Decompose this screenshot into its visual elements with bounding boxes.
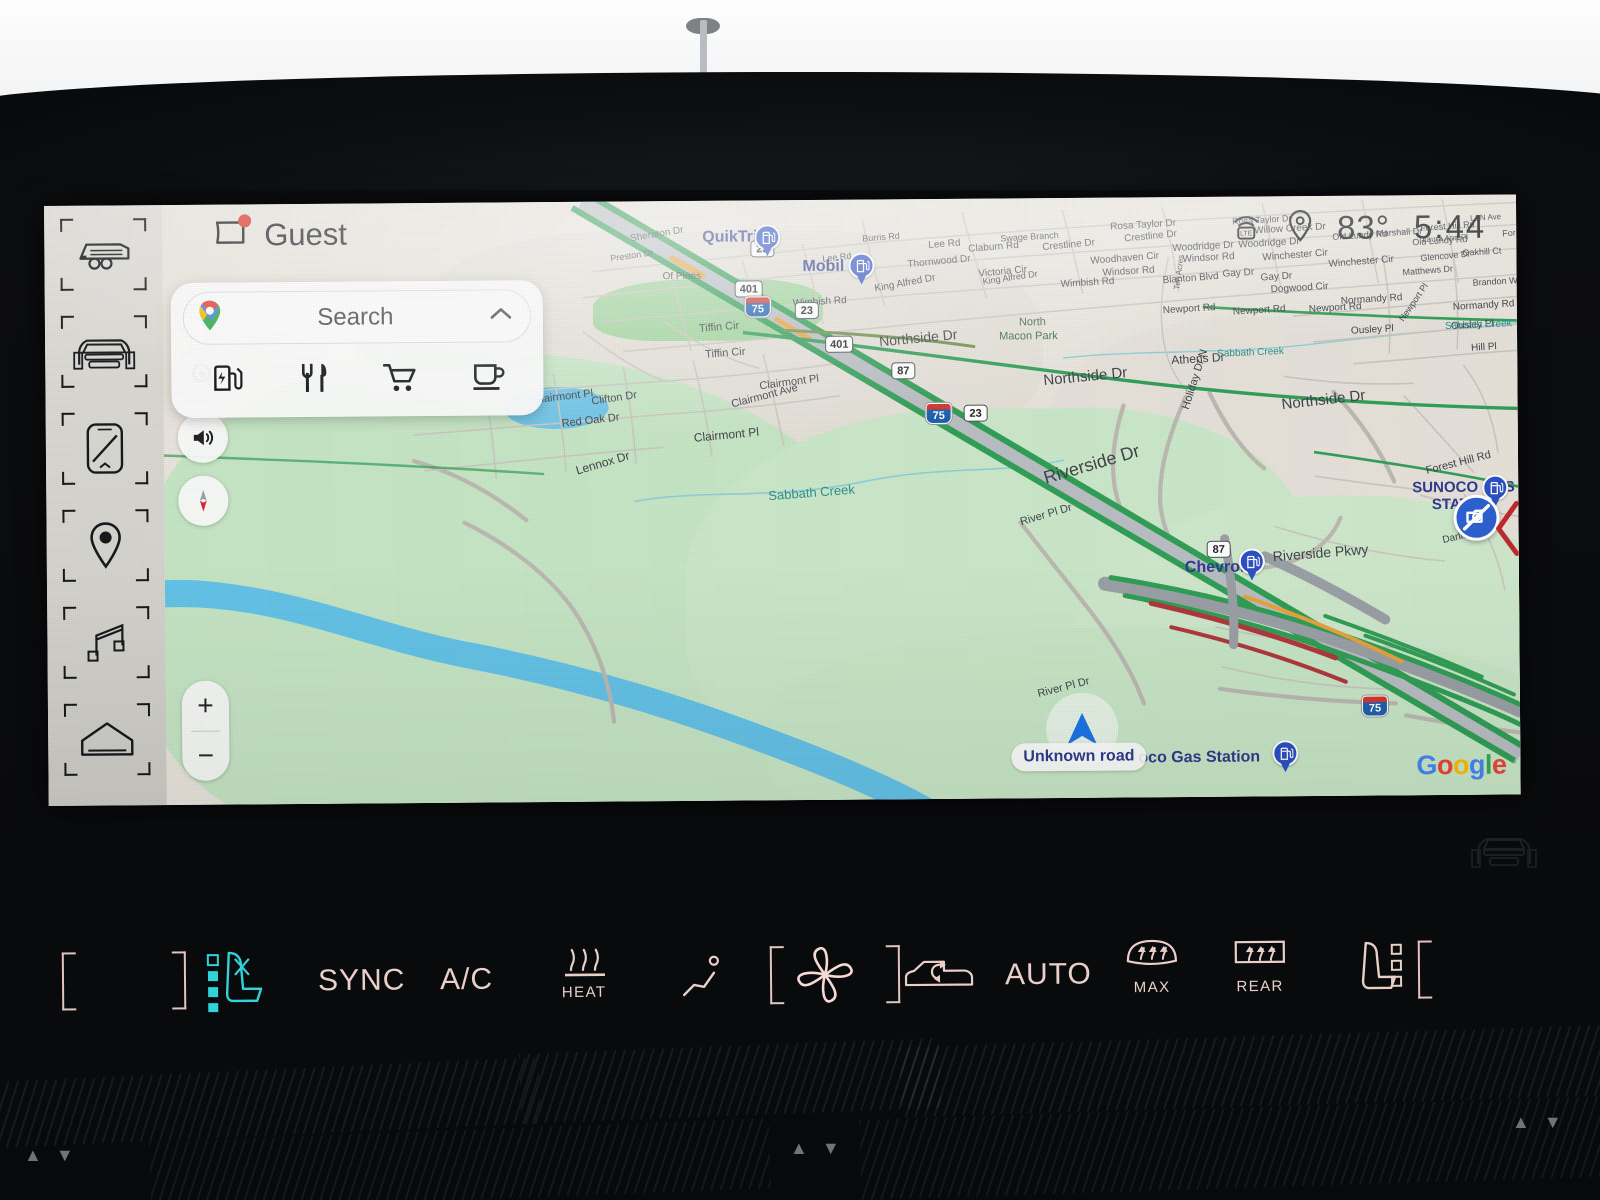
- rail-item-trailering[interactable]: [44, 205, 163, 303]
- fan-speed-button[interactable]: [795, 946, 856, 1005]
- app-rail[interactable]: [44, 205, 167, 806]
- zoom-out-button[interactable]: −: [182, 731, 229, 781]
- airflow-feet-icon: [682, 955, 719, 997]
- zoom-in-button[interactable]: +: [182, 681, 229, 731]
- route-shield: 23: [963, 404, 988, 422]
- vehicle-front-icon: [73, 338, 136, 370]
- no-speed-camera-icon[interactable]: [1453, 494, 1500, 541]
- ac-button[interactable]: A/C: [440, 963, 493, 997]
- sync-button[interactable]: SYNC: [318, 963, 406, 998]
- rear-label: REAR: [1236, 977, 1284, 996]
- rail-item-phone-projection[interactable]: [46, 399, 165, 497]
- vent-control-right[interactable]: ▲ ▼: [1512, 1112, 1562, 1133]
- ev-charging-icon[interactable]: [210, 361, 244, 400]
- route-shield: 75: [744, 296, 771, 318]
- search-card[interactable]: Search: [170, 280, 544, 419]
- navigation-volume-button[interactable]: [177, 412, 229, 463]
- truck-front-icon: [1468, 824, 1540, 879]
- max-defrost-button[interactable]: MAX: [1120, 935, 1185, 997]
- airflow-feet-button[interactable]: [678, 953, 728, 1001]
- recirculation-button[interactable]: [900, 950, 976, 997]
- route-shield: 87: [1206, 540, 1231, 558]
- music-note-icon: [87, 623, 125, 662]
- search-input[interactable]: Search: [182, 289, 532, 345]
- coffee-cup-icon[interactable]: [471, 360, 505, 397]
- rail-item-navigation[interactable]: [46, 496, 165, 594]
- infotainment-screen[interactable]: Sheraton Dr Of Pines Preston Dr Burris Rd Le…: [44, 194, 1521, 806]
- speaker-icon: [193, 430, 214, 446]
- ac-label: A/C: [439, 962, 494, 997]
- dashboard-photo: Sheraton Dr Of Pines Preston Dr Burris Rd Le…: [0, 0, 1600, 1200]
- rear-defrost-icon: [1234, 940, 1286, 964]
- vent-control-center[interactable]: ▲ ▼: [790, 1138, 840, 1159]
- route-shield: 87: [891, 362, 916, 380]
- sync-label: SYNC: [317, 963, 406, 998]
- vent-up-icon[interactable]: ▲: [1512, 1112, 1530, 1133]
- current-road-label: Unknown road: [1011, 742, 1147, 772]
- vent-up-icon[interactable]: ▲: [24, 1145, 42, 1166]
- compass-icon: [199, 489, 207, 512]
- google-maps-pin-icon: [197, 300, 223, 337]
- gas-pump-icon[interactable]: [1272, 740, 1299, 773]
- gas-pump-icon[interactable]: [754, 224, 781, 257]
- shopping-cart-icon[interactable]: [382, 361, 418, 398]
- rail-item-vehicle[interactable]: [45, 302, 164, 400]
- gas-pump-icon[interactable]: [848, 252, 875, 285]
- heated-seat-passenger-button[interactable]: [1348, 939, 1407, 1000]
- recirculation-truck-icon: [904, 960, 974, 987]
- compass-button[interactable]: [178, 475, 229, 526]
- route-shield: 23: [794, 301, 819, 320]
- passenger-temp-bracket-right[interactable]: [1417, 940, 1433, 999]
- hvac-control-bar[interactable]: SYNC A/C HEAT AUTO MAX REAR: [0, 923, 1600, 1027]
- vent-up-icon[interactable]: ▲: [790, 1138, 808, 1159]
- max-label: MAX: [1133, 978, 1171, 997]
- gas-pump-icon[interactable]: [1238, 548, 1265, 581]
- location-pin-icon: [90, 521, 121, 569]
- trailer-icon: [79, 242, 130, 270]
- red-chevron-left-icon[interactable]: [1494, 499, 1520, 562]
- route-shield: 75: [1361, 695, 1389, 717]
- heat-label: HEAT: [561, 983, 607, 1002]
- rail-item-audio[interactable]: [47, 593, 166, 691]
- home-icon: [80, 721, 134, 756]
- heated-seat-icon: [1361, 941, 1403, 990]
- fan-bracket-left[interactable]: [769, 946, 785, 1005]
- vent-control-left[interactable]: ▲ ▼: [24, 1145, 74, 1166]
- heat-button[interactable]: HEAT: [553, 942, 616, 1002]
- auto-label: AUTO: [1004, 957, 1092, 992]
- auto-button[interactable]: AUTO: [1005, 957, 1092, 992]
- vent-down-icon[interactable]: ▼: [1544, 1112, 1562, 1133]
- restaurant-icon[interactable]: [297, 360, 329, 399]
- google-attribution: Google: [1416, 749, 1507, 781]
- vent-down-icon[interactable]: ▼: [56, 1145, 74, 1166]
- search-category-row[interactable]: [183, 352, 531, 407]
- search-placeholder-label: Search: [317, 302, 394, 331]
- zoom-control[interactable]: + −: [181, 680, 230, 781]
- ventilated-seat-driver-button[interactable]: [205, 947, 268, 1014]
- route-shield: 401: [734, 280, 764, 298]
- chevron-up-icon[interactable]: [488, 304, 514, 327]
- front-defrost-icon: [1126, 939, 1177, 966]
- heated-windshield-icon: [564, 948, 606, 977]
- driver-temp-bracket-left[interactable]: [61, 952, 77, 1011]
- route-shield: 75: [925, 402, 952, 425]
- rear-defrost-button[interactable]: REAR: [1228, 934, 1293, 996]
- route-shield: 401: [825, 335, 854, 353]
- fan-bracket-right[interactable]: [885, 945, 901, 1004]
- driver-temp-bracket-right[interactable]: [171, 951, 187, 1010]
- vent-down-icon[interactable]: ▼: [822, 1138, 840, 1159]
- fan-icon: [797, 946, 853, 1003]
- rail-item-home[interactable]: [48, 690, 167, 788]
- cooled-seat-icon: [206, 951, 263, 1013]
- phone-projection-icon: [86, 422, 124, 474]
